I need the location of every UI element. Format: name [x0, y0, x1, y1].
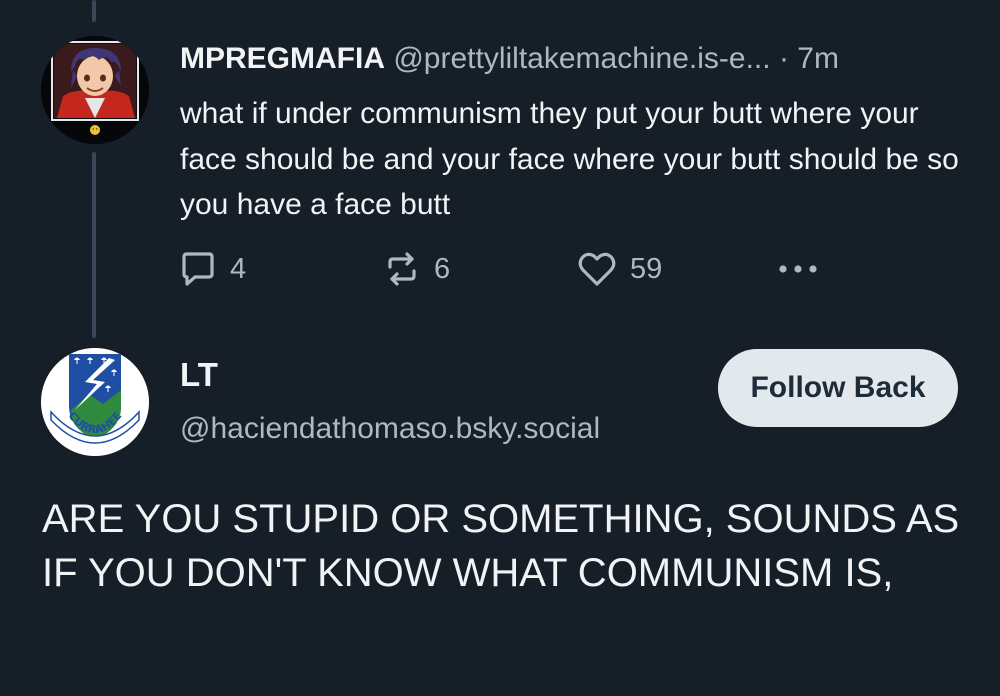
parent-post-header: MPREGMAFIA @prettyliltakemachine.is-e...… — [180, 38, 970, 80]
parent-avatar[interactable] — [41, 36, 149, 144]
parent-display-name[interactable]: MPREGMAFIA — [180, 42, 385, 75]
parent-avatar-image — [41, 36, 149, 144]
reply-button[interactable]: 4 — [178, 246, 246, 292]
parent-handle[interactable]: @prettyliltakemachine.is-e... — [393, 42, 770, 75]
like-button[interactable]: 59 — [576, 246, 662, 292]
reply-avatar[interactable]: CURRAHEE — [41, 348, 149, 456]
repost-arrows-icon — [382, 249, 422, 289]
reply-post-text: ARE YOU STUPID OR SOMETHING, SOUNDS AS I… — [42, 497, 960, 595]
repost-button[interactable]: 6 — [382, 246, 450, 292]
reply-handle[interactable]: @haciendathomaso.bsky.social — [180, 408, 600, 450]
repost-count: 6 — [434, 252, 451, 285]
thread-line-top — [92, 0, 96, 22]
thread-line-connector — [92, 152, 96, 338]
reply-avatar-image: CURRAHEE — [41, 348, 149, 456]
reply-display-name[interactable]: LT — [180, 352, 218, 398]
comment-bubble-icon — [178, 249, 218, 289]
parent-post-actions: 4 6 59 — [178, 246, 838, 292]
heart-icon — [576, 249, 618, 289]
like-count: 59 — [630, 252, 663, 285]
follow-back-button[interactable]: Follow Back — [718, 349, 958, 427]
header-separator: · — [778, 42, 789, 75]
reply-count: 4 — [230, 252, 247, 285]
ellipsis-icon — [774, 249, 822, 289]
parent-timestamp[interactable]: 7m — [797, 42, 839, 75]
parent-post-text: what if under communism they put your bu… — [180, 97, 959, 221]
more-options-button[interactable] — [774, 246, 822, 292]
